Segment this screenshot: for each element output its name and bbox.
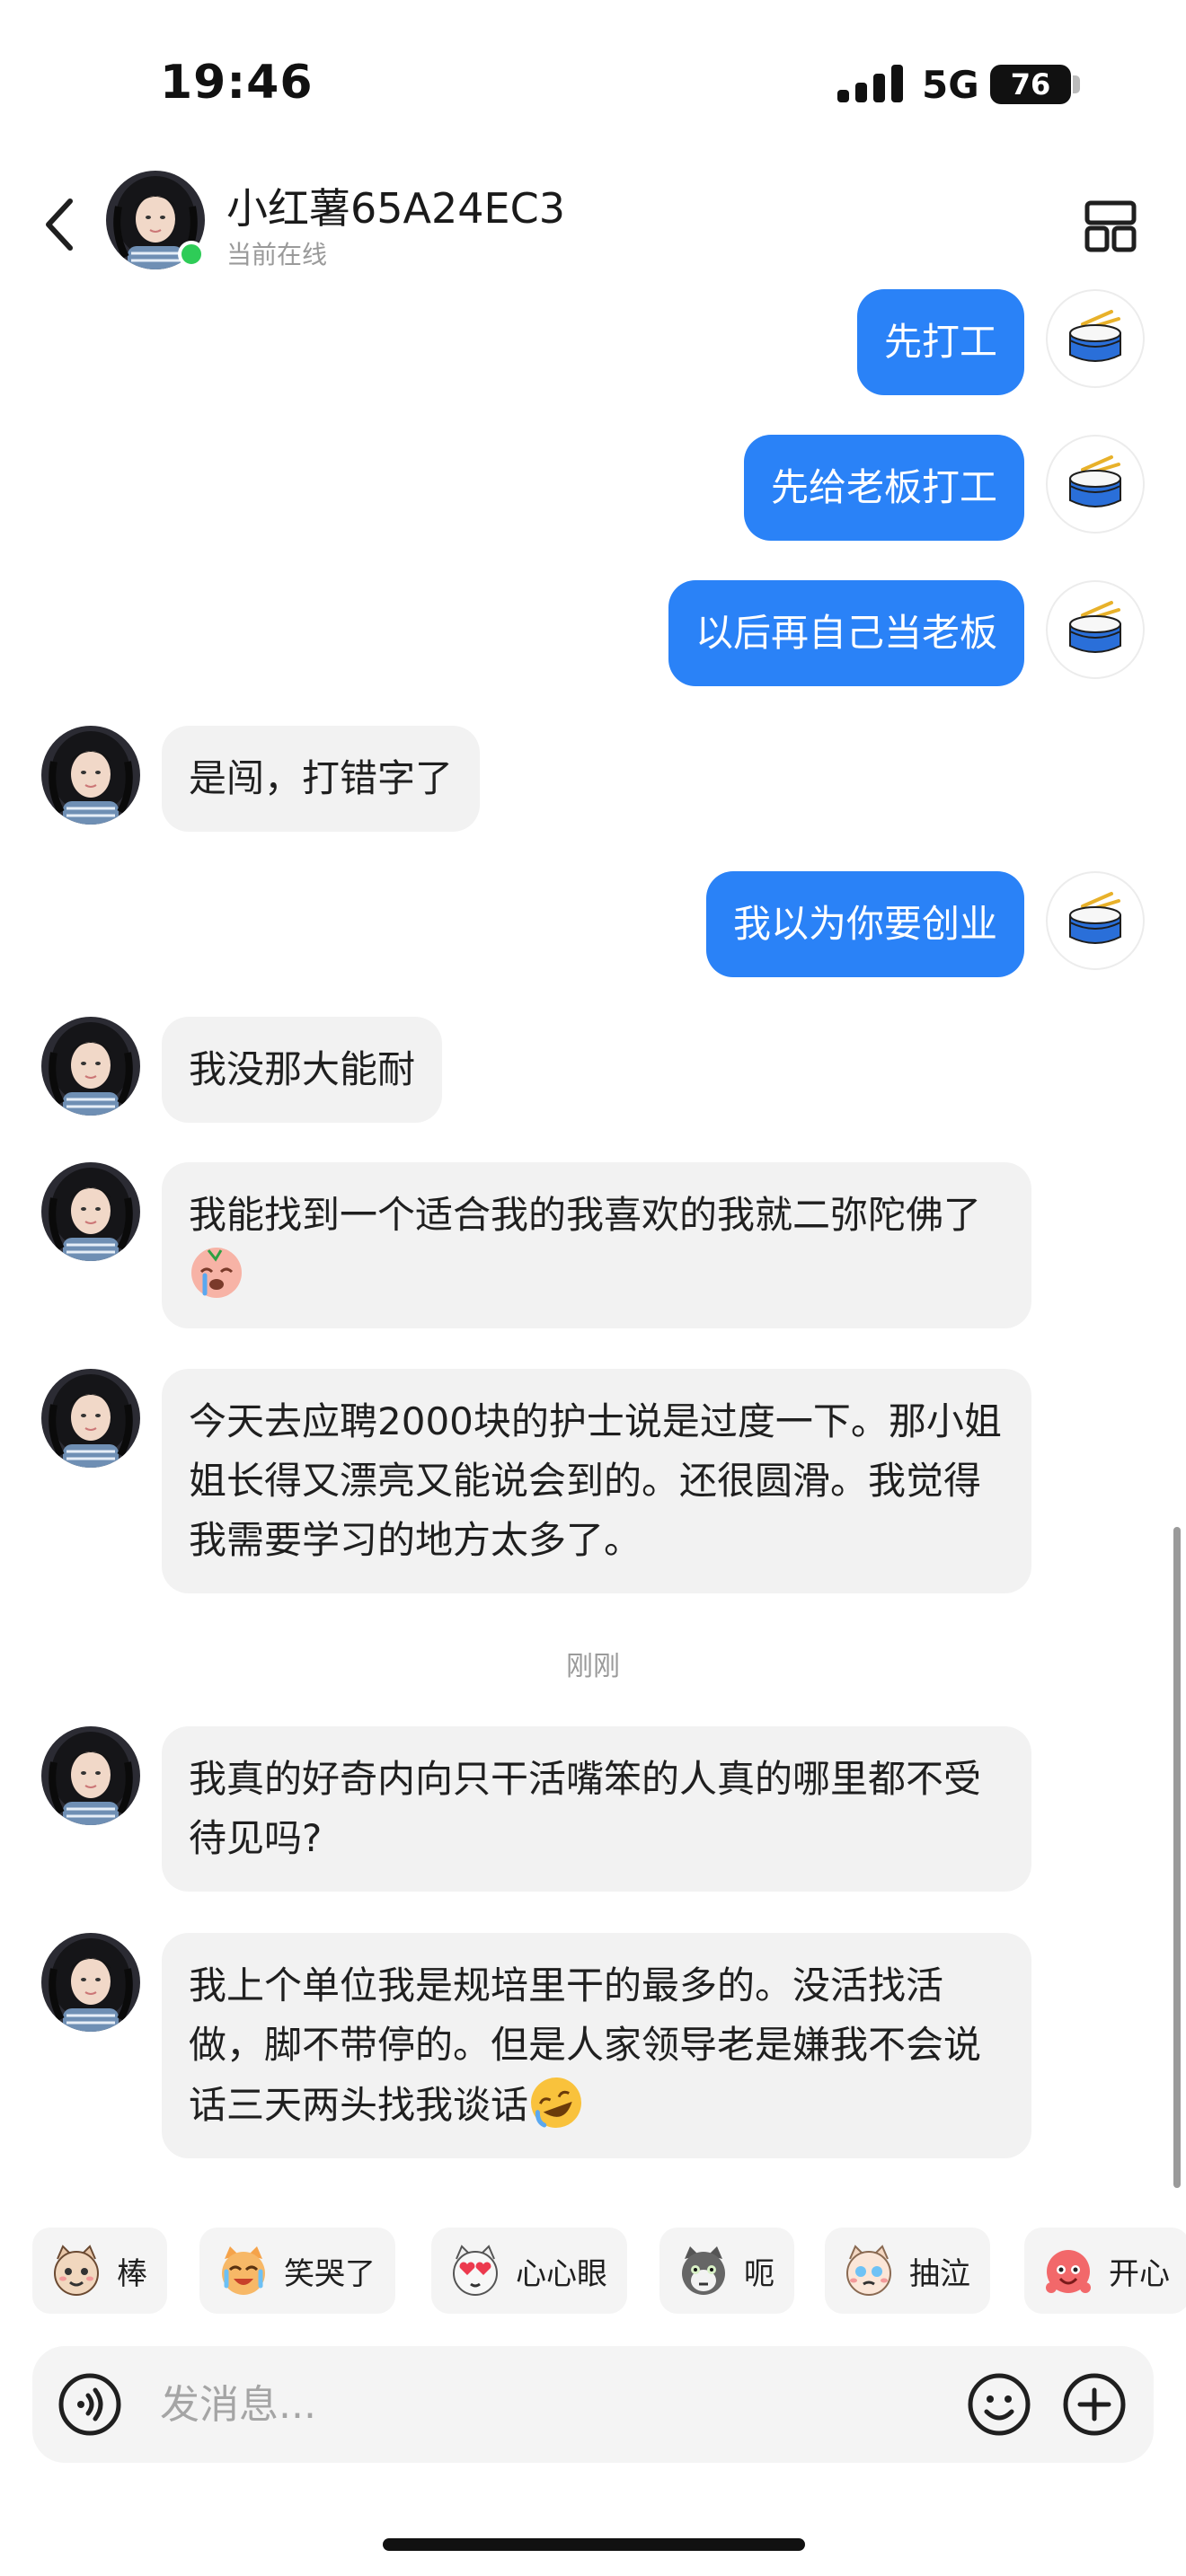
message-bubble-mine[interactable]: 我以为你要创业 xyxy=(705,871,1024,977)
grid-layout-icon[interactable] xyxy=(1078,194,1143,259)
cat-face-icon xyxy=(54,2245,99,2296)
smiley-icon[interactable] xyxy=(967,2372,1031,2437)
message-bubble-theirs[interactable]: 我上个单位我是规培里干的最多的。没活找活做，脚不带停的。但是人家领导老是嫌我不会… xyxy=(162,1933,1031,2158)
cellular-signal-icon xyxy=(837,65,907,102)
quick-reaction-bar: 棒 笑哭了 心心眼 呃 抽泣 开心 xyxy=(0,2228,1186,2317)
contact-avatar[interactable] xyxy=(41,1162,140,1261)
reaction-chip[interactable]: 心心眼 xyxy=(431,2228,627,2314)
happy-red-icon xyxy=(1046,2250,1091,2293)
reaction-chip[interactable]: 抽泣 xyxy=(825,2228,990,2314)
crying-face-icon xyxy=(191,1248,242,1298)
rofl-face-icon xyxy=(531,2078,582,2128)
voice-icon[interactable] xyxy=(58,2372,122,2437)
reaction-label: 抽泣 xyxy=(909,2255,970,2292)
message-bubble-mine[interactable]: 以后再自己当老板 xyxy=(668,580,1024,686)
drum-icon[interactable] xyxy=(1046,289,1145,388)
reaction-chip[interactable]: 开心 xyxy=(1024,2228,1186,2314)
drum-icon[interactable] xyxy=(1046,871,1145,970)
message-bubble-theirs[interactable]: 我没那大能耐 xyxy=(162,1017,443,1123)
message-input-bar xyxy=(32,2346,1154,2463)
drum-icon[interactable] xyxy=(1046,580,1145,679)
contact-name[interactable]: 小红薯65A24EC3 xyxy=(226,176,565,235)
reaction-chip[interactable]: 呃 xyxy=(659,2228,794,2314)
contact-avatar[interactable] xyxy=(41,1726,140,1825)
contact-avatar[interactable] xyxy=(41,1933,140,2032)
plus-icon[interactable] xyxy=(1062,2372,1127,2437)
contact-avatar[interactable] xyxy=(41,1369,140,1468)
message-input[interactable] xyxy=(160,2366,951,2443)
status-bar: 19:46 5G 76 xyxy=(0,0,1186,162)
reaction-label: 呃 xyxy=(744,2255,774,2292)
message-text: 我能找到一个适合我的我喜欢的我就二弥陀佛了 xyxy=(189,1193,982,1237)
message-bubble-mine[interactable]: 先打工 xyxy=(856,289,1024,395)
battery-cap xyxy=(1073,75,1080,93)
message-bubble-theirs[interactable]: 我真的好奇内向只干活嘴笨的人真的哪里都不受待见吗? xyxy=(162,1726,1031,1892)
chat-header: 小红薯65A24EC3 当前在线 xyxy=(0,162,1186,287)
gray-cat-icon xyxy=(682,2246,725,2295)
contact-online-status: 当前在线 xyxy=(226,240,328,269)
heart-eyes-cat-icon xyxy=(453,2245,498,2296)
chevron-left-icon[interactable] xyxy=(34,189,92,260)
home-indicator[interactable] xyxy=(383,2538,805,2551)
status-time: 19:46 xyxy=(160,56,314,110)
reaction-chip[interactable]: 棒 xyxy=(32,2228,167,2314)
message-bubble-mine[interactable]: 先给老板打工 xyxy=(743,435,1024,541)
contact-avatar[interactable] xyxy=(41,1017,140,1116)
message-bubble-theirs[interactable]: 我能找到一个适合我的我喜欢的我就二弥陀佛了 xyxy=(162,1162,1031,1328)
reaction-label: 心心眼 xyxy=(516,2255,607,2292)
laugh-cry-cat-icon xyxy=(222,2246,265,2295)
drum-icon[interactable] xyxy=(1046,435,1145,534)
message-bubble-theirs[interactable]: 今天去应聘2000块的护士说是过度一下。那小姐姐长得又漂亮又能说会到的。还很圆滑… xyxy=(162,1369,1031,1593)
online-status-dot xyxy=(178,241,205,268)
sobbing-cat-icon xyxy=(846,2245,891,2296)
reaction-label: 开心 xyxy=(1109,2255,1170,2292)
reaction-label: 笑哭了 xyxy=(284,2255,376,2292)
reaction-label: 棒 xyxy=(117,2255,147,2292)
scrollbar[interactable] xyxy=(1173,1527,1181,2188)
message-bubble-theirs[interactable]: 是闯，打错字了 xyxy=(162,726,481,832)
reaction-chip[interactable]: 笑哭了 xyxy=(199,2228,395,2314)
battery-icon: 76 xyxy=(990,65,1071,104)
network-type: 5G xyxy=(922,63,979,107)
message-timestamp: 刚刚 xyxy=(566,1651,620,1682)
message-text: 我上个单位我是规培里干的最多的。没活找活做，脚不带停的。但是人家领导老是嫌我不会… xyxy=(189,1963,982,2127)
contact-avatar[interactable] xyxy=(41,726,140,825)
